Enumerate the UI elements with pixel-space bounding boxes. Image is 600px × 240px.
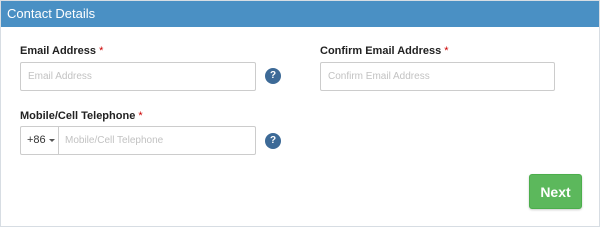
confirm-email-required-mark: * bbox=[444, 45, 449, 57]
country-code-value: +86 bbox=[27, 134, 46, 146]
confirm-email-label: Confirm Email Address * bbox=[320, 45, 449, 57]
contact-details-panel: Contact Details Email Address * ? Confir… bbox=[0, 0, 600, 227]
panel-title: Contact Details bbox=[1, 1, 599, 27]
next-button[interactable]: Next bbox=[529, 174, 582, 209]
email-required-mark: * bbox=[99, 45, 104, 57]
phone-input[interactable] bbox=[59, 127, 255, 154]
country-code-dropdown[interactable]: +86 bbox=[21, 127, 59, 154]
confirm-email-input[interactable] bbox=[320, 62, 555, 91]
phone-required-mark: * bbox=[138, 110, 143, 122]
email-label: Email Address * bbox=[20, 45, 103, 57]
email-input[interactable] bbox=[20, 62, 256, 91]
email-help-icon[interactable]: ? bbox=[265, 68, 281, 84]
phone-help-icon[interactable]: ? bbox=[265, 133, 281, 149]
phone-label-text: Mobile/Cell Telephone bbox=[20, 110, 136, 122]
phone-input-group: +86 bbox=[20, 126, 256, 155]
email-label-text: Email Address bbox=[20, 45, 97, 57]
caret-down-icon bbox=[48, 138, 55, 142]
phone-label: Mobile/Cell Telephone * bbox=[20, 110, 143, 122]
confirm-email-label-text: Confirm Email Address bbox=[320, 45, 442, 57]
